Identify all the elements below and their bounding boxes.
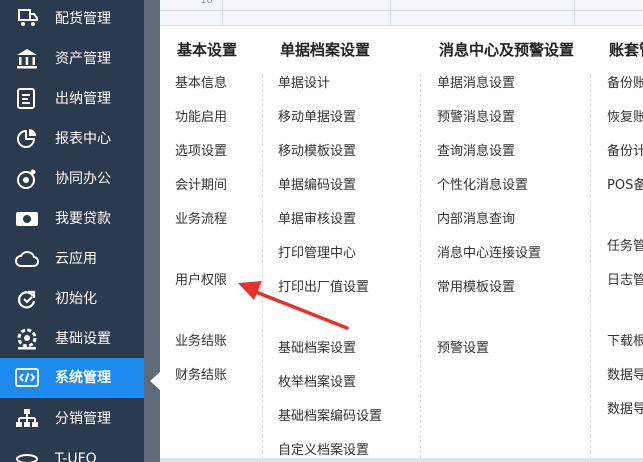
- annotation-arrow: [238, 281, 349, 330]
